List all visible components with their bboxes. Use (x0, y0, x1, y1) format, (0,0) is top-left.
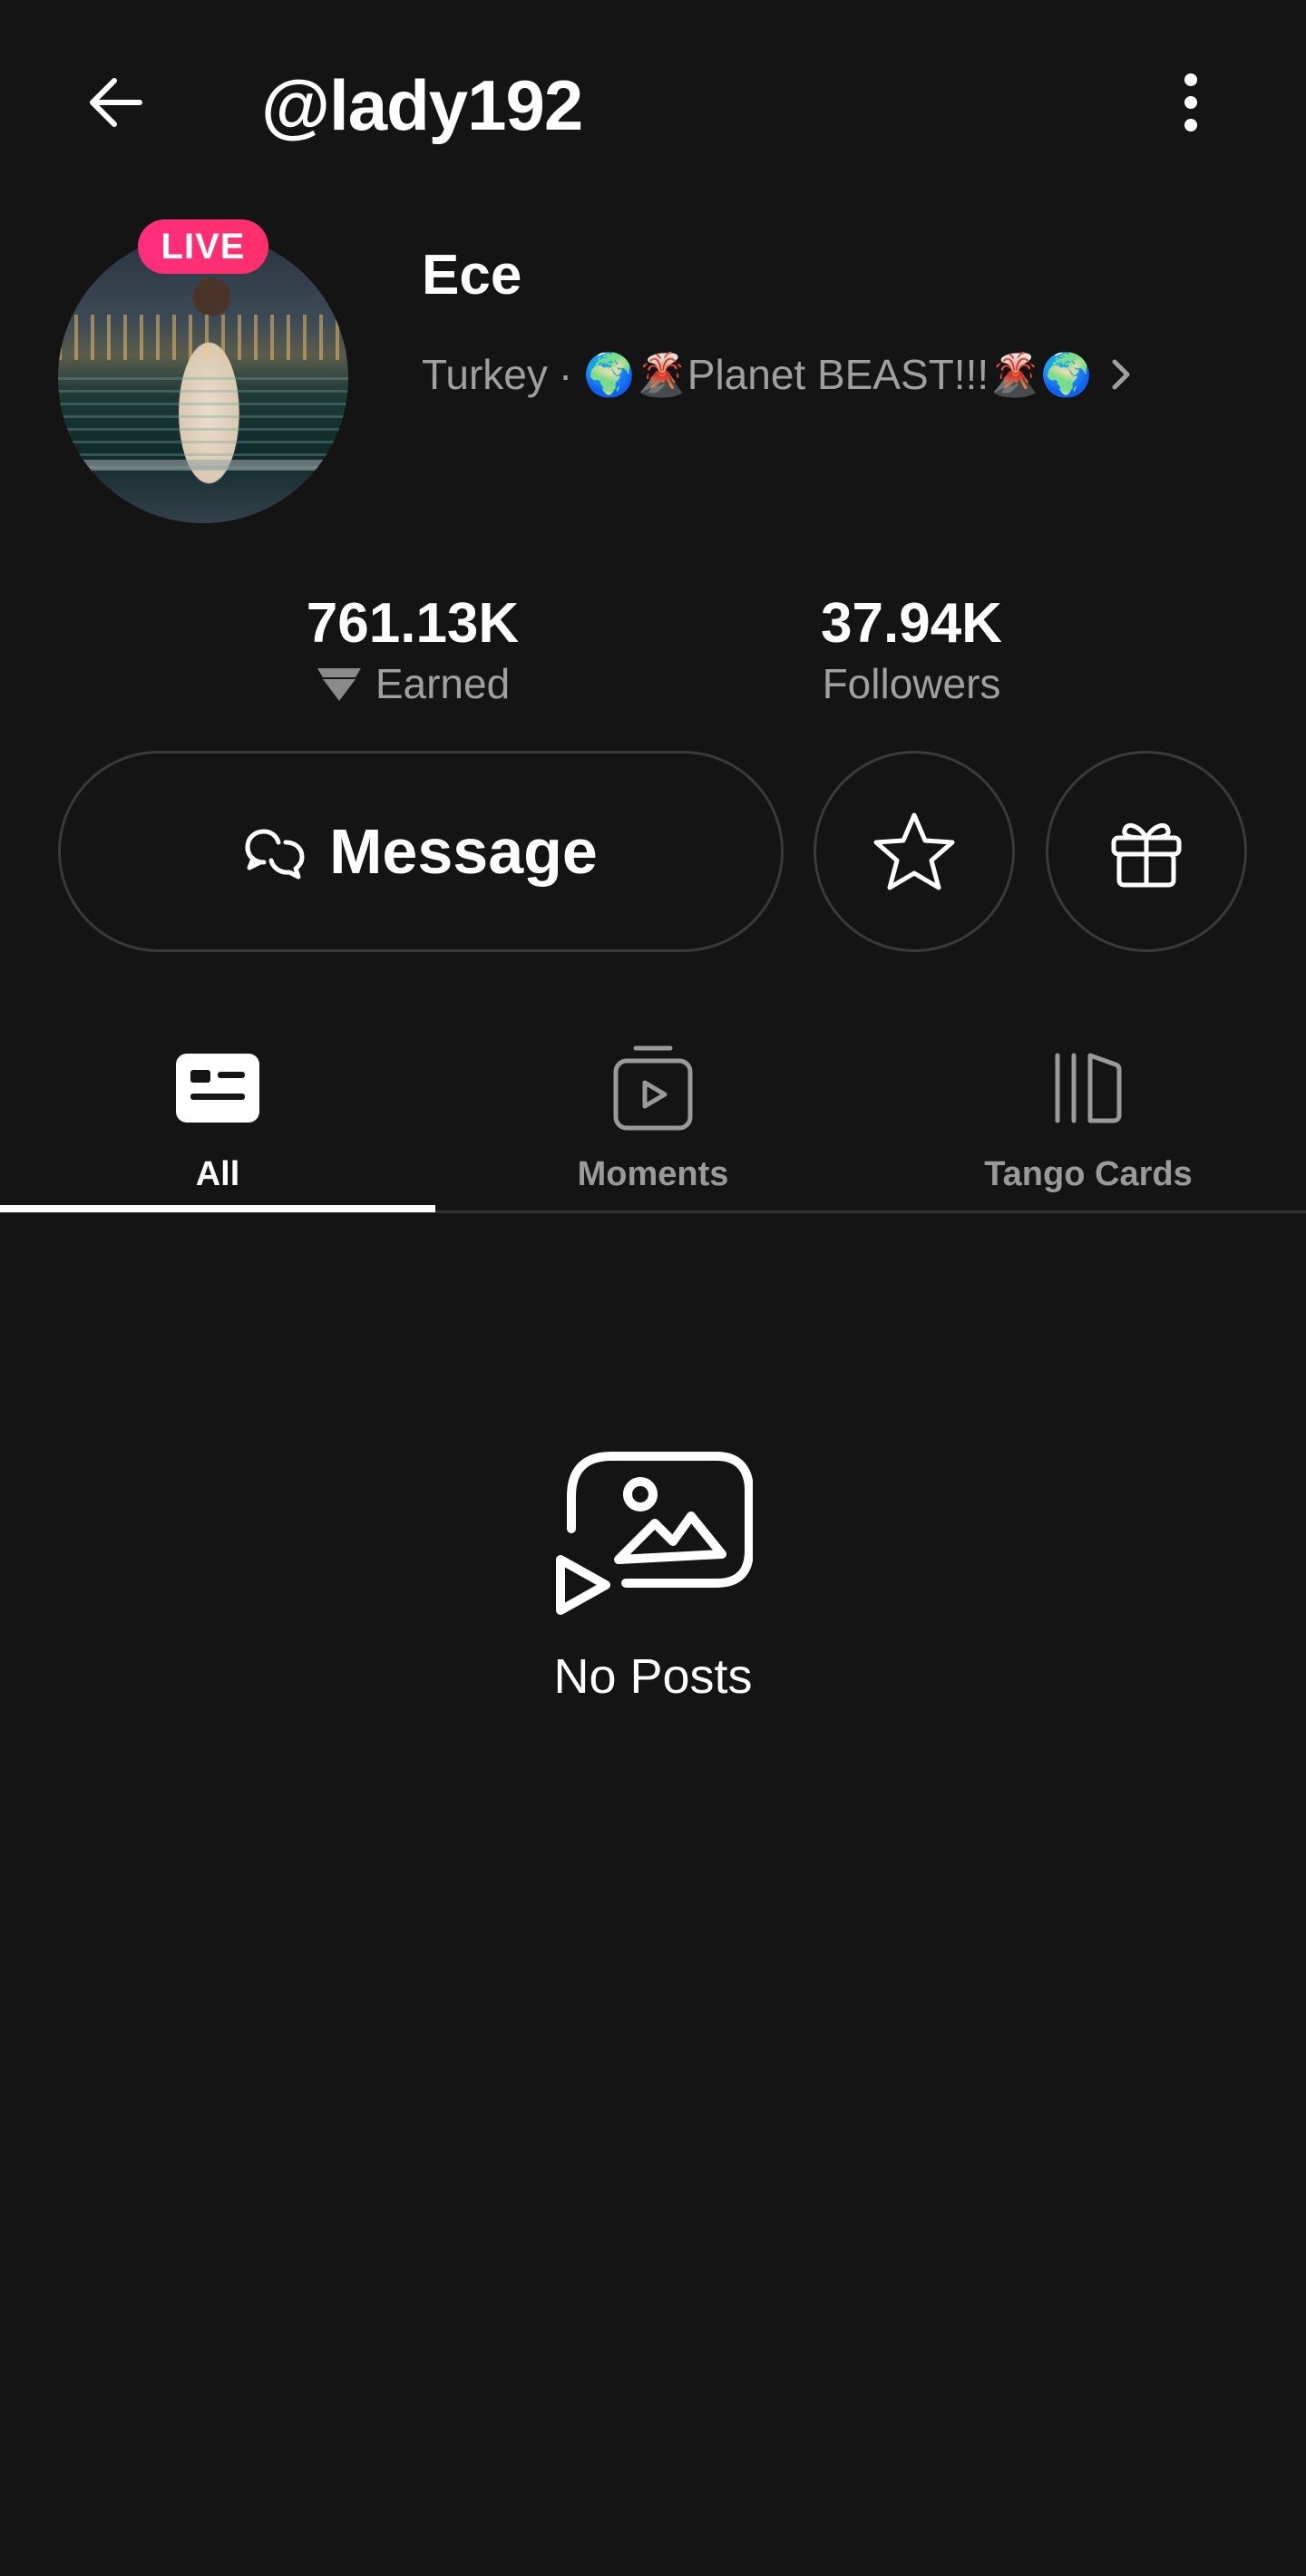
message-button-label: Message (329, 816, 598, 887)
favorite-button[interactable] (814, 751, 1015, 952)
video-play-icon (613, 1045, 693, 1131)
live-badge[interactable]: LIVE (138, 219, 268, 274)
arrow-left-icon (90, 78, 142, 127)
gift-icon (1111, 822, 1182, 888)
media-gallery-icon (556, 1452, 753, 1615)
star-icon (873, 812, 955, 890)
tab-moments-label: Moments (577, 1155, 729, 1193)
tab-cards-icon-wrap (1052, 1043, 1125, 1133)
profile-handle: @lady192 (261, 65, 583, 145)
chevron-right-icon (1109, 356, 1133, 393)
gift-button[interactable] (1046, 751, 1247, 952)
avatar-photo-rail (58, 460, 348, 471)
no-posts-label: No Posts (553, 1649, 753, 1704)
profile-subtitle[interactable]: Turkey · 🌍🌋Planet BEAST!!!🌋🌍 (422, 345, 1133, 404)
earned-label-row: Earned (272, 656, 553, 711)
more-options-button[interactable] (1147, 59, 1234, 146)
tab-all-icon-wrap (174, 1043, 261, 1133)
earned-stat[interactable]: 761.13K Earned (272, 591, 553, 711)
tab-tango-cards-label: Tango Cards (984, 1155, 1193, 1193)
separator-dot: · (558, 351, 573, 398)
tab-moments-icon-wrap (612, 1043, 694, 1133)
vertical-dots-icon (1184, 73, 1197, 131)
chat-bubbles-icon (245, 829, 305, 880)
followers-stat[interactable]: 37.94K Followers (775, 591, 1048, 711)
empty-state: No Posts (0, 1442, 1306, 1706)
profile-tagline: 🌍🌋Planet BEAST!!!🌋🌍 (583, 350, 1093, 398)
avatar-photo-water (58, 369, 348, 469)
country-label: Turkey (422, 351, 548, 398)
followers-label: Followers (822, 660, 1001, 707)
avatar-photo-lights (58, 315, 348, 360)
content-tabs: All Moments Tango Cards (0, 1025, 1306, 1213)
earned-value: 761.13K (306, 592, 520, 655)
feed-card-icon (176, 1054, 259, 1123)
cards-stack-icon (1055, 1053, 1122, 1123)
display-name: Ece (422, 244, 522, 306)
diamond-icon (317, 668, 361, 701)
top-bar: @lady192 (0, 0, 1306, 209)
tab-tango-cards[interactable]: Tango Cards (871, 1025, 1306, 1210)
tab-all-label: All (195, 1155, 240, 1193)
tab-moments[interactable]: Moments (435, 1025, 871, 1210)
active-tab-indicator (0, 1205, 435, 1212)
earned-label: Earned (375, 660, 511, 707)
message-button[interactable]: Message (58, 751, 784, 952)
tab-all[interactable]: All (0, 1025, 435, 1210)
profile-page: @lady192 LIVE Ece Turkey · 🌍🌋Planet BEAS… (0, 0, 1306, 2576)
back-button[interactable] (73, 59, 160, 146)
followers-value: 37.94K (821, 592, 1002, 655)
avatar-container[interactable]: LIVE (58, 219, 348, 523)
avatar[interactable] (58, 233, 348, 523)
